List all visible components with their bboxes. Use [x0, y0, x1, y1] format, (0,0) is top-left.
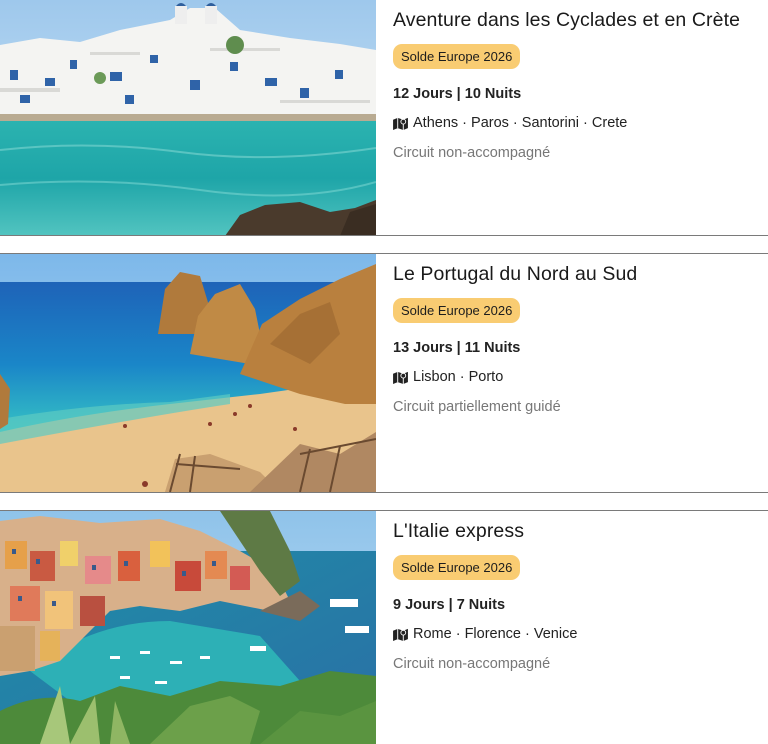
trip-card[interactable]: Aventure dans les Cyclades et en Crète S…	[0, 0, 768, 236]
tour-type: Circuit non-accompagné	[393, 656, 551, 672]
tour-type: Circuit partiellement guidé	[393, 399, 561, 415]
map-icon	[393, 117, 408, 130]
sale-badge: Solde Europe 2026	[393, 44, 521, 69]
divider	[0, 235, 768, 236]
trip-route: Rome · Florence · Venice	[393, 626, 577, 642]
sale-badge: Solde Europe 2026	[393, 555, 521, 580]
trip-title[interactable]: Aventure dans les Cyclades et en Crète	[393, 9, 740, 32]
trip-route: Athens · Paros · Santorini · Crete	[393, 115, 627, 131]
trip-image-italy[interactable]	[0, 511, 376, 744]
trip-duration: 13 Jours | 11 Nuits	[393, 340, 521, 356]
trip-title[interactable]: Le Portugal du Nord au Sud	[393, 263, 637, 286]
map-icon	[393, 628, 408, 641]
trip-card[interactable]: L'Italie express Solde Europe 2026 9 Jou…	[0, 511, 768, 744]
map-icon	[393, 371, 408, 384]
trip-duration: 12 Jours | 10 Nuits	[393, 86, 522, 102]
trip-route: Lisbon · Porto	[393, 369, 503, 385]
sale-badge: Solde Europe 2026	[393, 298, 521, 323]
trip-image-cyclades[interactable]	[0, 0, 376, 236]
trip-image-portugal[interactable]	[0, 254, 376, 492]
trip-duration: 9 Jours | 7 Nuits	[393, 597, 506, 613]
divider	[0, 492, 768, 493]
route-text: Lisbon · Porto	[413, 369, 504, 385]
route-text: Rome · Florence · Venice	[413, 626, 578, 642]
route-text: Athens · Paros · Santorini · Crete	[413, 115, 628, 131]
trip-card[interactable]: Le Portugal du Nord au Sud Solde Europe …	[0, 254, 768, 492]
tour-type: Circuit non-accompagné	[393, 145, 551, 161]
trip-title[interactable]: L'Italie express	[393, 520, 524, 543]
